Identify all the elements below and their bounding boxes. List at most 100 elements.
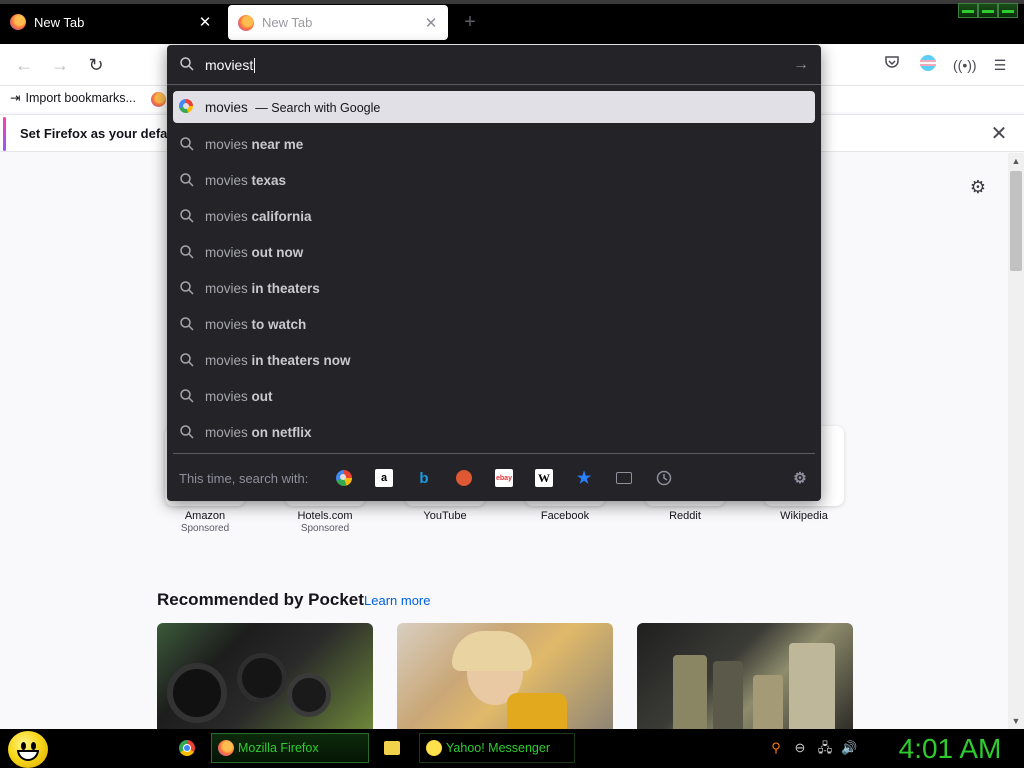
taskbar-yahoo-label: Yahoo! Messenger bbox=[446, 741, 550, 755]
jar-shape bbox=[789, 643, 835, 729]
suggestion-text: movies — Search with Google bbox=[205, 99, 381, 115]
suggestion-search-with-google[interactable]: movies — Search with Google bbox=[173, 91, 815, 123]
notification-accent-bar bbox=[3, 117, 6, 151]
tab-label: New Tab bbox=[34, 14, 85, 30]
folder-icon[interactable] bbox=[384, 741, 400, 755]
camera-lens-shape bbox=[167, 663, 227, 723]
taskbar-firefox-button[interactable]: Mozilla Firefox bbox=[211, 733, 369, 763]
start-smiley-icon[interactable] bbox=[8, 731, 48, 768]
suggestion-text: movies california bbox=[205, 208, 312, 224]
top-site-name: Facebook bbox=[540, 510, 590, 522]
suggestion-item[interactable]: movies to watch bbox=[173, 308, 815, 340]
portrait-shirt-shape bbox=[507, 693, 567, 729]
suggestion-item[interactable]: movies out now bbox=[173, 236, 815, 268]
firefox-bookmark-icon[interactable] bbox=[151, 92, 166, 107]
reload-icon[interactable]: ↻ bbox=[83, 52, 109, 78]
top-site-name: Reddit bbox=[669, 510, 701, 522]
search-icon bbox=[180, 353, 194, 367]
pocket-story-card-woman[interactable] bbox=[397, 623, 613, 729]
network-tray-icon[interactable]: 🖧 bbox=[817, 740, 833, 756]
search-settings-gear-icon[interactable]: ⚙ bbox=[791, 469, 809, 487]
ebay-engine-icon[interactable]: ebay bbox=[495, 469, 513, 487]
urlbar-dropdown: moviest → movies — Search with Google mo… bbox=[167, 45, 821, 501]
pocket-story-card-cameras[interactable] bbox=[157, 623, 373, 729]
maximize-button[interactable] bbox=[978, 3, 998, 18]
account-avatar-icon[interactable] bbox=[917, 54, 939, 76]
volume-tray-icon[interactable]: 🔊 bbox=[841, 740, 857, 756]
suggestion-item[interactable]: movies texas bbox=[173, 164, 815, 196]
search-icon bbox=[180, 209, 194, 223]
new-tab-plus-icon[interactable]: + bbox=[460, 10, 480, 34]
tab-close-icon[interactable]: ✕ bbox=[422, 14, 440, 32]
minimize-button[interactable] bbox=[958, 3, 978, 18]
tab-new-tab-1[interactable]: New Tab ✕ bbox=[0, 4, 222, 40]
suggestion-text: movies in theaters bbox=[205, 280, 320, 296]
search-icon bbox=[180, 425, 194, 439]
suggestion-text: movies to watch bbox=[205, 316, 307, 332]
scroll-up-arrow-icon[interactable]: ▲ bbox=[1008, 153, 1024, 169]
history-clock-icon[interactable] bbox=[655, 469, 673, 487]
amazon-engine-icon[interactable]: a bbox=[375, 469, 393, 487]
forward-arrow-icon[interactable]: → bbox=[47, 52, 73, 78]
search-icon bbox=[180, 173, 194, 187]
wikipedia-engine-icon[interactable]: W bbox=[535, 469, 553, 487]
pocket-story-card-jars[interactable] bbox=[637, 623, 853, 729]
address-bar-input[interactable]: moviest → bbox=[167, 45, 821, 85]
firefox-icon bbox=[238, 14, 254, 31]
bing-engine-icon[interactable]: b bbox=[415, 469, 433, 487]
notification-text: Set Firefox as your default bbox=[20, 126, 184, 141]
taskbar-firefox-label: Mozilla Firefox bbox=[238, 741, 319, 755]
suggestion-item[interactable]: movies in theaters bbox=[173, 272, 815, 304]
jar-shape bbox=[753, 675, 783, 729]
text-caret bbox=[254, 57, 256, 73]
personalize-gear-icon[interactable]: ⚙ bbox=[966, 175, 990, 199]
jar-shape bbox=[713, 661, 743, 729]
one-off-divider bbox=[173, 453, 815, 454]
extensions-icon[interactable]: ((•)) bbox=[953, 54, 977, 76]
suggestion-item[interactable]: movies on netflix bbox=[173, 416, 815, 448]
tab-new-tab-2[interactable]: New Tab ✕ bbox=[228, 5, 448, 40]
address-bar-text[interactable]: moviest bbox=[205, 57, 256, 73]
import-bookmarks-label: Import bookmarks... bbox=[25, 90, 136, 105]
pocket-section-title: Recommended by Pocket bbox=[157, 590, 364, 609]
bookmarks-star-icon[interactable]: ★ bbox=[575, 469, 593, 487]
hamburger-menu-icon[interactable]: ☰ bbox=[989, 54, 1011, 76]
google-engine-icon[interactable] bbox=[335, 469, 353, 487]
go-arrow-icon[interactable]: → bbox=[791, 55, 811, 75]
jar-shape bbox=[673, 655, 707, 729]
google-icon bbox=[179, 99, 195, 115]
top-site-name: YouTube bbox=[423, 510, 467, 522]
camera-lens-shape bbox=[237, 653, 287, 703]
page-scrollbar[interactable]: ▲ ▼ bbox=[1008, 153, 1024, 729]
scroll-down-arrow-icon[interactable]: ▼ bbox=[1008, 713, 1024, 729]
sponsored-label: Sponsored bbox=[300, 523, 350, 534]
import-bookmarks-button[interactable]: ⇥ Import bookmarks... bbox=[10, 90, 136, 106]
smiley-eye bbox=[31, 742, 36, 750]
suggestion-item[interactable]: movies california bbox=[173, 200, 815, 232]
suggestion-item[interactable]: movies in theaters now bbox=[173, 344, 815, 376]
duckduckgo-engine-icon[interactable] bbox=[455, 469, 473, 487]
tab-close-icon[interactable]: ✕ bbox=[196, 13, 214, 31]
smiley-mouth bbox=[17, 750, 39, 761]
suggestion-text: movies texas bbox=[205, 172, 287, 188]
pocket-icon[interactable] bbox=[881, 54, 903, 76]
tab-label: New Tab bbox=[262, 15, 313, 30]
suggestion-item[interactable]: movies out bbox=[173, 380, 815, 412]
top-site-name: Amazon bbox=[184, 510, 226, 522]
firefox-icon bbox=[10, 14, 26, 30]
search-icon bbox=[180, 317, 194, 331]
minus-circle-tray-icon[interactable]: ⊖ bbox=[792, 740, 808, 756]
close-window-button[interactable] bbox=[998, 3, 1018, 18]
chrome-icon[interactable] bbox=[179, 740, 195, 756]
notification-close-icon[interactable]: ✕ bbox=[988, 123, 1010, 145]
scroll-thumb[interactable] bbox=[1010, 171, 1022, 271]
taskbar-yahoo-messenger-button[interactable]: Yahoo! Messenger bbox=[419, 733, 575, 763]
search-tray-icon[interactable]: ⚲ bbox=[768, 740, 784, 756]
smiley-eye bbox=[21, 742, 26, 750]
screen: New Tab ✕ New Tab ✕ + ← → ↻ ((•)) ☰ ⇥ Im… bbox=[0, 0, 1024, 768]
back-arrow-icon[interactable]: ← bbox=[11, 52, 37, 78]
suggestion-item[interactable]: movies near me bbox=[173, 128, 815, 160]
import-icon: ⇥ bbox=[10, 91, 21, 105]
tabs-icon[interactable] bbox=[615, 469, 633, 487]
pocket-learn-more-link[interactable]: Learn more bbox=[364, 593, 430, 608]
